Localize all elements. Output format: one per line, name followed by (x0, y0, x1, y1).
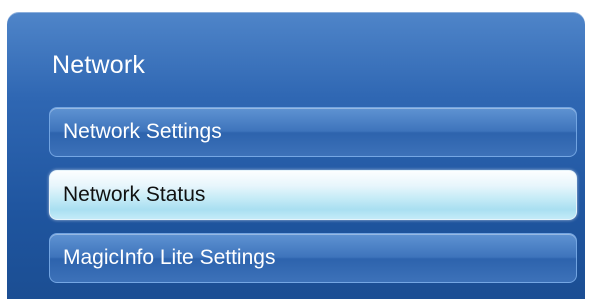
menu-item-label: MagicInfo Lite Settings (63, 246, 276, 269)
network-menu-panel: Network Network Settings Network Status … (7, 12, 585, 299)
menu-item-label: Network Status (63, 183, 206, 206)
menu-item-network-status[interactable]: Network Status (49, 170, 577, 220)
menu-item-network-settings[interactable]: Network Settings (49, 107, 577, 157)
menu-item-label: Network Settings (63, 120, 222, 143)
menu-title: Network (52, 51, 146, 79)
menu-item-magicinfo-lite-settings[interactable]: MagicInfo Lite Settings (49, 233, 577, 283)
